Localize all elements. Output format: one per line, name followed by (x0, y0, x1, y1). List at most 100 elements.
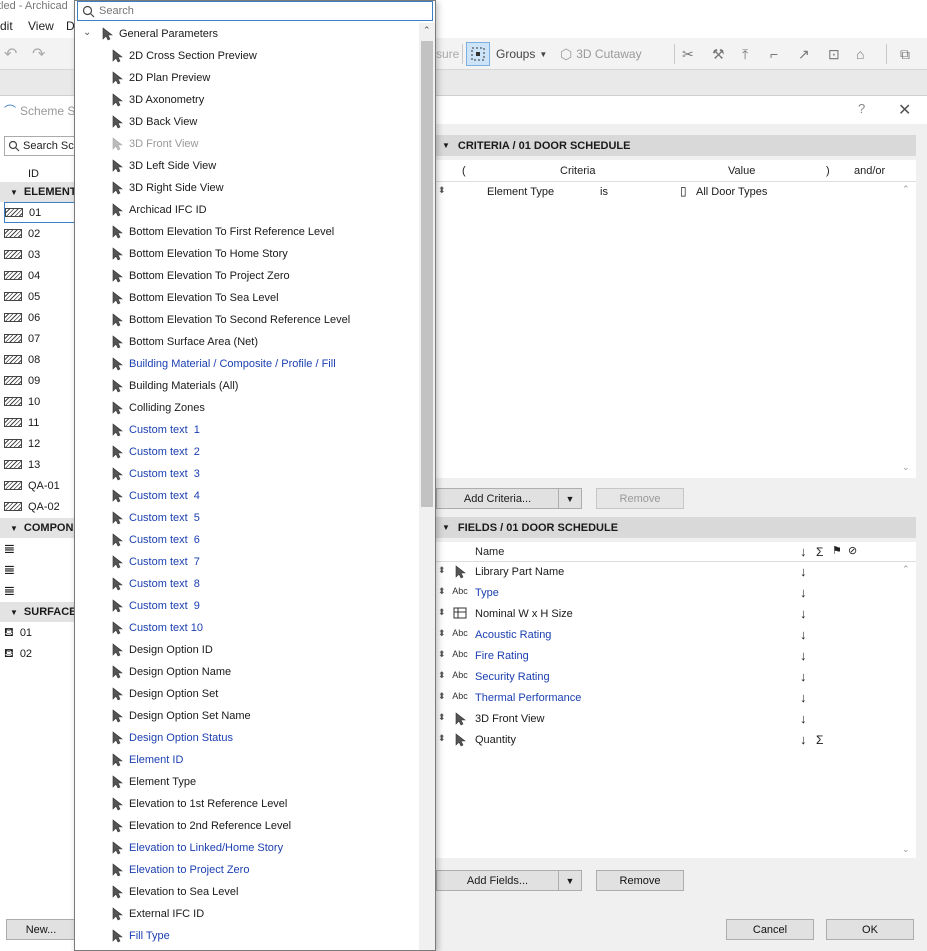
drag-handle-icon[interactable]: ⬍ (438, 649, 446, 660)
element-row[interactable]: 01 (4, 202, 76, 223)
parameter-item[interactable]: Custom text 1 (75, 419, 419, 441)
parameter-list-scrollbar[interactable]: ⌃ (419, 23, 435, 950)
element-row[interactable]: 11 (4, 412, 76, 433)
surface-row[interactable]: ⛾ 01 (4, 622, 76, 643)
sum-indicator[interactable]: Σ (816, 733, 823, 747)
field-row[interactable]: ⬍ Abc Thermal Performance ↓ (436, 688, 916, 709)
parameter-item[interactable]: Bottom Elevation To Home Story (75, 243, 419, 265)
criteria-scrollbar[interactable]: ⌃ ⌄ (898, 182, 914, 476)
element-row[interactable]: 10 (4, 391, 76, 412)
parameter-item[interactable]: Custom text 5 (75, 507, 419, 529)
parameter-item[interactable]: Bottom Elevation To Project Zero (75, 265, 419, 287)
scrollbar-thumb[interactable] (421, 41, 433, 507)
drag-handle-icon[interactable]: ⬍ (438, 565, 446, 576)
parameter-search-input[interactable] (99, 5, 419, 17)
home-icon[interactable]: ⌂ (856, 46, 864, 62)
field-row[interactable]: ⬍ Abc Type ↓ (436, 583, 916, 604)
sort-arrow-icon[interactable]: ↓ (800, 627, 807, 642)
help-button[interactable]: ? (858, 101, 865, 116)
groups-button[interactable]: Groups ▼ (496, 42, 547, 66)
scissors-icon[interactable]: ✂ (682, 46, 694, 63)
parameter-item[interactable]: Building Materials (All) (75, 375, 419, 397)
element-row[interactable]: 07 (4, 328, 76, 349)
group-elements[interactable]: ▼ ELEMENT (0, 182, 76, 202)
parameter-item[interactable]: Custom text 7 (75, 551, 419, 573)
curve-icon[interactable]: ↗ (798, 46, 810, 63)
sort-icon[interactable]: ↓ (800, 544, 807, 559)
add-criteria-button[interactable]: Add Criteria... ▼ (436, 488, 582, 509)
redo-icon[interactable]: ↷ (32, 44, 45, 64)
chevron-down-icon[interactable]: ▼ (559, 489, 581, 508)
parameter-item[interactable]: 2D Plan Preview (75, 67, 419, 89)
element-row[interactable]: 05 (4, 286, 76, 307)
drag-handle-icon[interactable]: ⬍ (438, 586, 446, 597)
parameter-item[interactable]: 3D Axonometry (75, 89, 419, 111)
parameter-item[interactable]: Design Option Set (75, 683, 419, 705)
parameter-item[interactable]: Design Option ID (75, 639, 419, 661)
parameter-item[interactable]: Building Material / Composite / Profile … (75, 353, 419, 375)
parameter-item[interactable]: Colliding Zones (75, 397, 419, 419)
sort-arrow-icon[interactable]: ↓ (800, 606, 807, 621)
parameter-item[interactable]: Fill Type (75, 925, 419, 947)
parameter-item[interactable]: 3D Front View (75, 133, 419, 155)
component-row[interactable]: 𝌆 (4, 580, 76, 601)
field-row[interactable]: ⬍ Abc Security Rating ↓ (436, 667, 916, 688)
parameter-item[interactable]: Bottom Elevation To First Reference Leve… (75, 221, 419, 243)
flag-icon[interactable]: ⚑ (832, 544, 842, 557)
close-icon[interactable]: ✕ (898, 100, 911, 120)
field-row[interactable]: ⬍ Abc Acoustic Rating ↓ (436, 625, 916, 646)
hidden-eye-icon[interactable]: ⊘ (848, 544, 857, 557)
parameter-item[interactable]: Element Type (75, 771, 419, 793)
element-row[interactable]: 06 (4, 307, 76, 328)
field-row[interactable]: ⬍ Quantity ↓ Σ (436, 730, 916, 751)
parameter-item[interactable]: Custom text 3 (75, 463, 419, 485)
new-scheme-button[interactable]: New... (6, 919, 76, 940)
parameter-item[interactable]: External IFC ID (75, 903, 419, 925)
element-row[interactable]: QA-01 (4, 475, 76, 496)
parameter-item[interactable]: Elevation to 1st Reference Level (75, 793, 419, 815)
scroll-down-icon[interactable]: ⌄ (902, 462, 910, 473)
parameter-item[interactable]: Bottom Elevation To Second Reference Lev… (75, 309, 419, 331)
remove-fields-button[interactable]: Remove (596, 870, 684, 891)
parameter-item[interactable]: Elevation to Linked/Home Story (75, 837, 419, 859)
field-row[interactable]: ⬍ 3D Front View ↓ (436, 709, 916, 730)
parameter-item[interactable]: Elevation to Project Zero (75, 859, 419, 881)
menu-view[interactable]: View (28, 19, 54, 33)
parameter-item[interactable]: Bottom Elevation To Sea Level (75, 287, 419, 309)
parameter-item[interactable]: Archicad IFC ID (75, 199, 419, 221)
element-row[interactable]: 13 (4, 454, 76, 475)
drag-handle-icon[interactable]: ⬍ (438, 733, 446, 744)
sort-arrow-icon[interactable]: ↓ (800, 648, 807, 663)
field-row[interactable]: ⬍ Abc Fire Rating ↓ (436, 646, 916, 667)
element-row[interactable]: 03 (4, 244, 76, 265)
element-row[interactable]: QA-02 (4, 496, 76, 517)
scroll-down-icon[interactable]: ⌄ (902, 844, 910, 855)
group-components[interactable]: ▼ COMPON (0, 518, 76, 538)
scroll-up-icon[interactable]: ⌃ (902, 184, 910, 195)
parameter-item[interactable]: 2D Cross Section Preview (75, 45, 419, 67)
field-row[interactable]: ⬍ Nominal W x H Size ↓ (436, 604, 916, 625)
scroll-up-icon[interactable]: ⌃ (423, 25, 431, 36)
parameter-item[interactable]: Design Option Name (75, 661, 419, 683)
sort-arrow-icon[interactable]: ↓ (800, 690, 807, 705)
group-surfaces[interactable]: ▼ SURFACE (0, 602, 76, 622)
parameter-item[interactable]: 3D Back View (75, 111, 419, 133)
sort-arrow-icon[interactable]: ↓ (800, 669, 807, 684)
field-row[interactable]: ⬍ Library Part Name ↓ (436, 562, 916, 583)
component-row[interactable]: 𝌆 (4, 538, 76, 559)
criteria-row[interactable]: ⬍ Element Type is ▯ All Door Types (436, 182, 898, 202)
undo-icon[interactable]: ↶ (4, 44, 17, 64)
id-column-header[interactable]: ID (0, 164, 76, 184)
menu-edit[interactable]: dit (0, 19, 13, 33)
add-fields-button[interactable]: Add Fields... ▼ (436, 870, 582, 891)
parameter-item[interactable]: Custom text 6 (75, 529, 419, 551)
parameter-item[interactable]: Element ID (75, 749, 419, 771)
magic-wand-icon[interactable]: ⚒ (712, 46, 725, 63)
scheme-tab[interactable]: ⌒ Scheme S (4, 102, 75, 119)
drag-handle-icon[interactable]: ⬍ (438, 607, 446, 618)
parameter-item[interactable]: Design Option Status (75, 727, 419, 749)
cutaway-button[interactable]: ⬡ 3D Cutaway (560, 42, 642, 66)
sort-arrow-icon[interactable]: ↓ (800, 711, 807, 726)
parameter-item[interactable]: Bottom Surface Area (Net) (75, 331, 419, 353)
component-row[interactable]: 𝌆 (4, 559, 76, 580)
